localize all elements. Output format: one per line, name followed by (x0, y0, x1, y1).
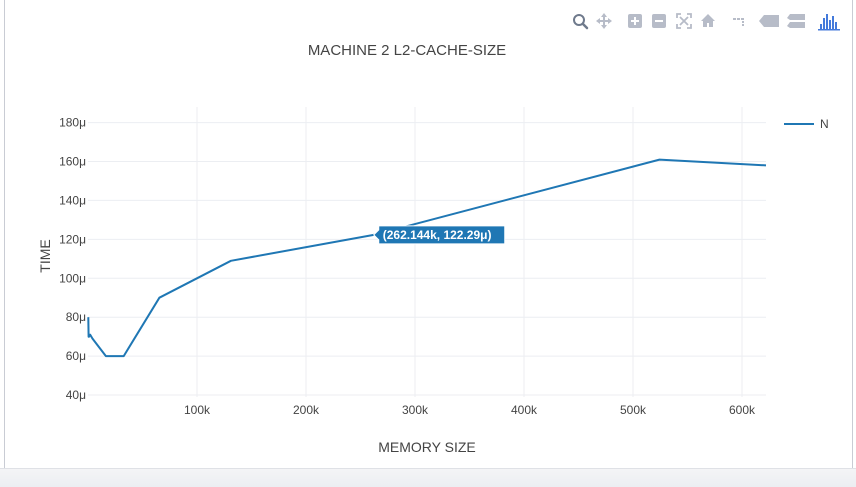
legend-label-n[interactable]: N (820, 117, 829, 131)
zoom-out-icon[interactable] (652, 14, 666, 28)
x-tick-label: 400k (511, 403, 538, 417)
pan-icon[interactable] (596, 13, 612, 29)
autoscale-icon[interactable] (676, 13, 692, 29)
x-tick-label: 300k (402, 403, 429, 417)
y-tick-label: 80μ (66, 310, 86, 324)
hover-tooltip: (262.144k, 122.29μ) (373, 225, 506, 245)
hover-compare-icon[interactable] (787, 14, 805, 28)
y-tick-labels: 40μ 60μ 80μ 100μ 120μ 140μ 160μ 180μ (59, 116, 86, 402)
y-axis-title: TIME (37, 239, 53, 272)
x-tick-label: 600k (729, 403, 756, 417)
y-tick-label: 60μ (66, 349, 86, 363)
y-tick-label: 160μ (59, 154, 86, 168)
series-line-n[interactable] (87, 158, 767, 358)
legend[interactable]: N (784, 117, 829, 131)
zoom-icon[interactable] (573, 14, 589, 30)
y-tick-label: 140μ (59, 193, 86, 207)
y-tick-label: 180μ (59, 116, 86, 130)
x-tick-label: 500k (620, 403, 647, 417)
chart-title: MACHINE 2 L2-CACHE-SIZE (308, 42, 506, 59)
grid-lines (88, 107, 766, 397)
x-axis-title: MEMORY SIZE (378, 439, 476, 455)
x-tick-labels: 100k 200k 300k 400k 500k 600k (184, 403, 756, 417)
modebar (573, 13, 840, 31)
x-tick-label: 100k (184, 403, 211, 417)
y-tick-label: 100μ (59, 271, 86, 285)
plotly-logo-icon[interactable] (818, 14, 840, 31)
hover-closest-icon[interactable] (759, 15, 779, 27)
zoom-in-icon[interactable] (628, 14, 642, 28)
hover-tooltip-label: (262.144k, 122.29μ) (383, 228, 492, 242)
spike-lines-icon[interactable] (733, 18, 744, 26)
series-layer (87, 158, 767, 358)
y-tick-label: 40μ (66, 388, 86, 402)
line-chart[interactable]: MACHINE 2 L2-CACHE-SIZE 40μ 60μ 80μ 100μ 120… (0, 0, 856, 486)
reset-axes-icon[interactable] (701, 14, 715, 27)
y-tick-label: 120μ (59, 232, 86, 246)
x-tick-label: 200k (293, 403, 320, 417)
